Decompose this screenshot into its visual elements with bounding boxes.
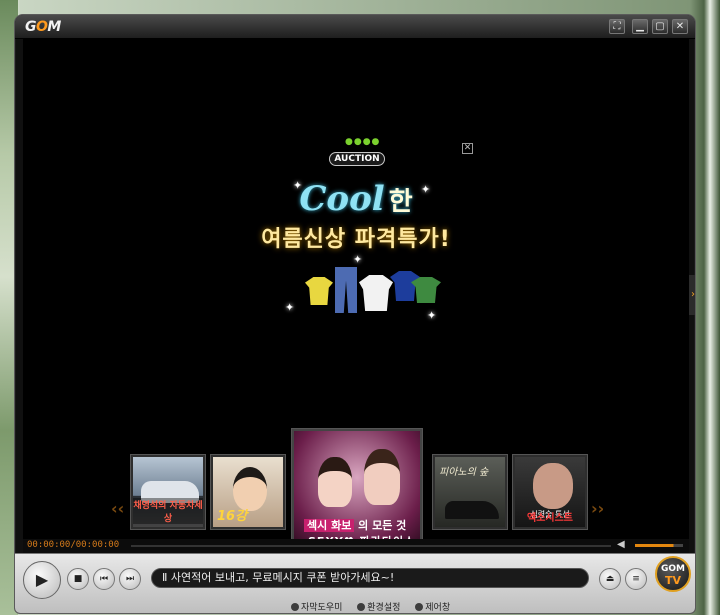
preferences-link[interactable]: 환경설정 <box>357 603 400 613</box>
ad-yellow-shirt <box>305 277 333 305</box>
auction-logo[interactable]: AUCTION <box>329 152 385 166</box>
bullet-icon <box>415 603 424 611</box>
bottom-links: 자막도우미 환경설정 제어창 <box>291 600 462 613</box>
carousel-next-icon[interactable]: ›› <box>591 499 604 518</box>
previous-button[interactable]: ⏮ <box>93 568 115 590</box>
fullscreen-button[interactable]: ⛶ <box>609 19 625 34</box>
gom-player-window: GOM ⛶ ▁ ▢ ✕ ●●●● AUCTION ✕ Cool 한 여름신상 파격… <box>14 14 696 614</box>
sparkle-icon: ✦ <box>353 253 363 266</box>
thumbnail-caption: 16강 <box>217 509 248 524</box>
thumbnail-16gang[interactable]: 16강 <box>211 455 285 529</box>
ad-close-icon[interactable]: ✕ <box>462 143 473 154</box>
title-bar[interactable]: GOM ⛶ ▁ ▢ ✕ <box>15 15 695 39</box>
ad-jeans <box>335 267 357 313</box>
thumbnail-title: 피아노의 숲 <box>439 467 489 478</box>
video-screen[interactable]: ●●●● AUCTION ✕ Cool 한 여름신상 파격특가! ✦ ✦ ✦ ✦ … <box>23 39 689 549</box>
auction-logo-dots: ●●●● <box>345 137 381 147</box>
person-image <box>364 449 400 505</box>
bullet-icon <box>291 603 299 611</box>
eject-button[interactable]: ⏏ <box>599 568 621 590</box>
bullet-icon <box>357 603 366 611</box>
thumbnail-caption: 엑소시스트 <box>527 513 573 524</box>
play-button[interactable]: ▶ <box>23 561 61 599</box>
timeline-bar: 00:00:00/00:00:00 ◀ <box>23 539 689 553</box>
volume-slider[interactable] <box>635 544 683 547</box>
carousel-prev-icon[interactable]: ‹‹ <box>111 499 124 518</box>
featured-caption-line1: 섹시 화보 의 모든 것 <box>304 517 406 533</box>
seek-bar[interactable] <box>131 545 611 547</box>
piano-image <box>445 501 499 519</box>
subtitle-helper-link[interactable]: 자막도우미 <box>291 603 342 613</box>
content-carousel: ‹‹ 채영석의 자동차세상 16강 섹시 화보 의 모든 것 SEXY♥ 파라다… <box>23 419 689 549</box>
ad-subline[interactable]: 여름신상 파격특가! <box>23 221 689 253</box>
message-ticker[interactable]: Ⅱ 사연적어 보내고, 무료메시지 쿠폰 받아가세요~! <box>151 568 589 588</box>
thumbnail-piano-forest[interactable]: 피아노의 숲 <box>433 455 507 529</box>
sparkle-icon: ✦ <box>285 301 295 314</box>
control-window-link[interactable]: 제어창 <box>415 603 450 613</box>
thumbnail-car-show[interactable]: 채영석의 자동차세상 <box>131 455 205 529</box>
next-button[interactable]: ⏭ <box>119 568 141 590</box>
time-display: 00:00:00/00:00:00 <box>27 540 120 550</box>
person-image <box>533 463 573 509</box>
ad-white-shirt <box>359 275 393 311</box>
thumbnail-exorcist[interactable]: 심령술 특선 엑소시스트 <box>513 455 587 529</box>
gomtv-button[interactable]: GOM TV <box>655 556 691 592</box>
minimize-button[interactable]: ▁ <box>632 19 648 34</box>
close-button[interactable]: ✕ <box>672 19 688 34</box>
gom-logo: GOM <box>25 19 61 35</box>
ad-green-shirt <box>411 277 441 303</box>
maximize-button[interactable]: ▢ <box>652 19 668 34</box>
stop-button[interactable]: ■ <box>67 568 89 590</box>
playlist-menu-button[interactable]: ≡ <box>625 568 647 590</box>
volume-icon[interactable]: ◀ <box>617 539 625 550</box>
sparkle-icon: ✦ <box>427 309 437 322</box>
side-panel-arrow-icon[interactable]: › <box>689 275 695 315</box>
thumbnail-featured[interactable]: 섹시 화보 의 모든 것 SEXY♥ 파라다이스 <box>292 429 422 549</box>
sparkle-icon: ✦ <box>293 179 303 192</box>
sparkle-icon: ✦ <box>421 183 431 196</box>
person-image <box>318 457 352 507</box>
control-panel: ▶ ■ ⏮ ⏭ Ⅱ 사연적어 보내고, 무료메시지 쿠폰 받아가세요~! ⏏ ≡… <box>15 553 695 613</box>
ad-headline[interactable]: Cool 한 <box>23 179 689 219</box>
thumbnail-caption: 채영석의 자동차세상 <box>133 498 203 524</box>
